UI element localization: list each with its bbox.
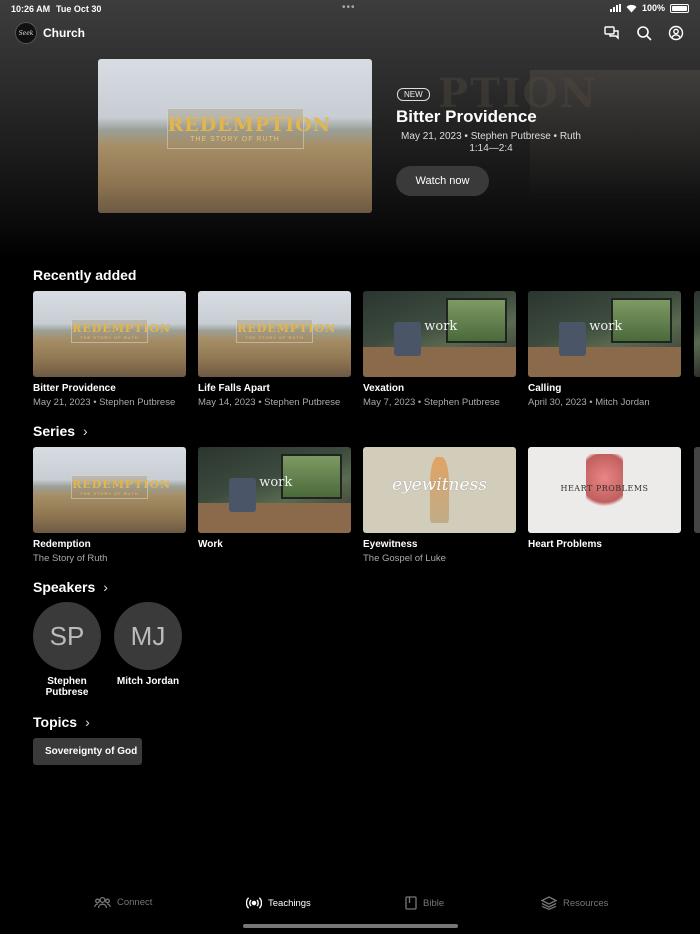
speakers-heading[interactable]: Speakers › — [33, 579, 108, 595]
avatar: MJ — [114, 602, 182, 670]
tab-bar: Connect Teachings Bible Resources — [0, 896, 700, 920]
tab-bible[interactable]: Bible — [405, 896, 444, 910]
status-indicators: 100% — [609, 3, 689, 13]
battery-percent: 100% — [641, 3, 665, 13]
speaker-name: Mitch Jordan — [116, 676, 180, 687]
series-card[interactable]: REDEMPTION THE STORY OF RUTH Redemption T… — [33, 447, 186, 564]
series-subtitle: The Gospel of Luke — [363, 553, 446, 564]
church-logo-text: Seek — [18, 29, 34, 37]
chat-icon[interactable] — [603, 24, 621, 42]
tab-label: Resources — [563, 897, 609, 909]
church-name[interactable]: Church — [43, 26, 85, 40]
recent-thumbnail: REDEMPTION THE STORY OF RUTH — [198, 291, 351, 377]
tab-label: Teachings — [268, 897, 311, 909]
hero-image-subtitle: THE STORY OF RUTH — [190, 136, 280, 144]
tab-resources[interactable]: Resources — [541, 896, 608, 910]
status-time: 10:26 AM — [11, 4, 51, 14]
recent-title: Calling — [528, 383, 562, 394]
hero-title[interactable]: Bitter Providence — [396, 107, 537, 127]
series-title: Series — [33, 423, 76, 439]
top-nav: Seek Church — [15, 22, 685, 46]
series-subtitle: The Story of Ruth — [33, 553, 108, 564]
tab-teachings[interactable]: Teachings — [246, 896, 311, 910]
recent-subtitle: April 30, 2023 • Mitch Jordan — [528, 397, 650, 408]
series-thumbnail: REDEMPTION THE STORY OF RUTH — [33, 447, 186, 533]
recent-thumbnail: work — [528, 291, 681, 377]
topics-heading[interactable]: Topics › — [33, 714, 90, 730]
recent-subtitle: May 21, 2023 • Stephen Putbrese — [33, 397, 176, 408]
tab-label: Bible — [423, 897, 445, 909]
hero-image[interactable]: REDEMPTION THE STORY OF RUTH — [98, 59, 372, 213]
people-icon — [94, 896, 111, 909]
series-name: Heart Problems — [528, 539, 602, 550]
tab-connect[interactable]: Connect — [94, 896, 152, 909]
hero-image-title: REDEMPTION — [167, 114, 331, 137]
recent-thumbnail: REDEMPTION THE STORY OF RUTH — [33, 291, 186, 377]
series-card[interactable]: work Work — [198, 447, 351, 550]
speaker-card[interactable]: MJ Mitch Jordan — [113, 602, 183, 687]
recent-subtitle: May 7, 2023 • Stephen Putbrese — [363, 397, 500, 408]
battery-icon — [670, 3, 689, 13]
recent-title: Bitter Providence — [33, 383, 116, 394]
recent-title: Vexation — [363, 383, 405, 394]
tab-label: Connect — [117, 897, 153, 908]
series-thumbnail: HEART PROBLEMS — [528, 447, 681, 533]
avatar: SP — [33, 602, 101, 670]
recent-card[interactable]: REDEMPTION THE STORY OF RUTH Bitter Provi… — [33, 291, 186, 408]
recently-added-heading: Recently added — [33, 267, 136, 283]
cellular-signal-icon — [609, 4, 621, 12]
speaker-card[interactable]: SP Stephen Putbrese — [32, 602, 102, 698]
layers-icon — [541, 896, 557, 910]
series-card-partial[interactable] — [694, 447, 700, 533]
header-actions — [603, 24, 685, 42]
church-logo[interactable]: Seek — [15, 22, 37, 44]
hero-meta: May 21, 2023 • Stephen Putbrese • Ruth 1… — [401, 131, 581, 154]
series-card[interactable]: HEART PROBLEMS Heart Problems — [528, 447, 681, 550]
speaker-name: Stephen Putbrese — [45, 676, 89, 698]
topics-title: Topics — [33, 714, 78, 730]
series-heading[interactable]: Series › — [33, 423, 88, 439]
wifi-icon — [626, 4, 637, 12]
recent-thumbnail: work — [363, 291, 516, 377]
recent-card-partial[interactable] — [694, 291, 700, 377]
search-icon[interactable] — [635, 24, 653, 42]
multitasking-dots-icon[interactable]: ••• — [342, 2, 356, 13]
series-name: Eyewitness — [363, 539, 418, 550]
status-date: Tue Oct 30 — [56, 4, 102, 14]
status-bar: 10:26 AM Tue Oct 30 ••• 100% — [0, 0, 700, 18]
series-card[interactable]: eyewitness Eyewitness The Gospel of Luke — [363, 447, 516, 564]
recent-card[interactable]: REDEMPTION THE STORY OF RUTH Life Falls A… — [198, 291, 351, 408]
recently-added-title: Recently added — [33, 267, 137, 283]
chevron-right-icon: › — [103, 579, 108, 595]
broadcast-icon — [246, 897, 262, 909]
recent-card[interactable]: work Vexation May 7, 2023 • Stephen Putb… — [363, 291, 516, 408]
profile-icon[interactable] — [667, 24, 685, 42]
watch-now-button[interactable]: Watch now — [396, 166, 489, 196]
book-icon — [405, 896, 417, 910]
series-thumbnail: work — [198, 447, 351, 533]
series-thumbnail: eyewitness — [363, 447, 516, 533]
new-badge: NEW — [397, 88, 430, 101]
home-indicator[interactable] — [243, 924, 458, 928]
speakers-title: Speakers — [33, 579, 96, 595]
chevron-right-icon: › — [85, 714, 90, 730]
series-name: Redemption — [33, 539, 91, 550]
recent-subtitle: May 14, 2023 • Stephen Putbrese — [198, 397, 341, 408]
chevron-right-icon: › — [83, 423, 88, 439]
recent-title: Life Falls Apart — [198, 383, 270, 394]
recent-card[interactable]: work Calling April 30, 2023 • Mitch Jord… — [528, 291, 681, 408]
topic-chip[interactable]: Sovereignty of God — [33, 738, 142, 765]
series-name: Work — [198, 539, 223, 550]
